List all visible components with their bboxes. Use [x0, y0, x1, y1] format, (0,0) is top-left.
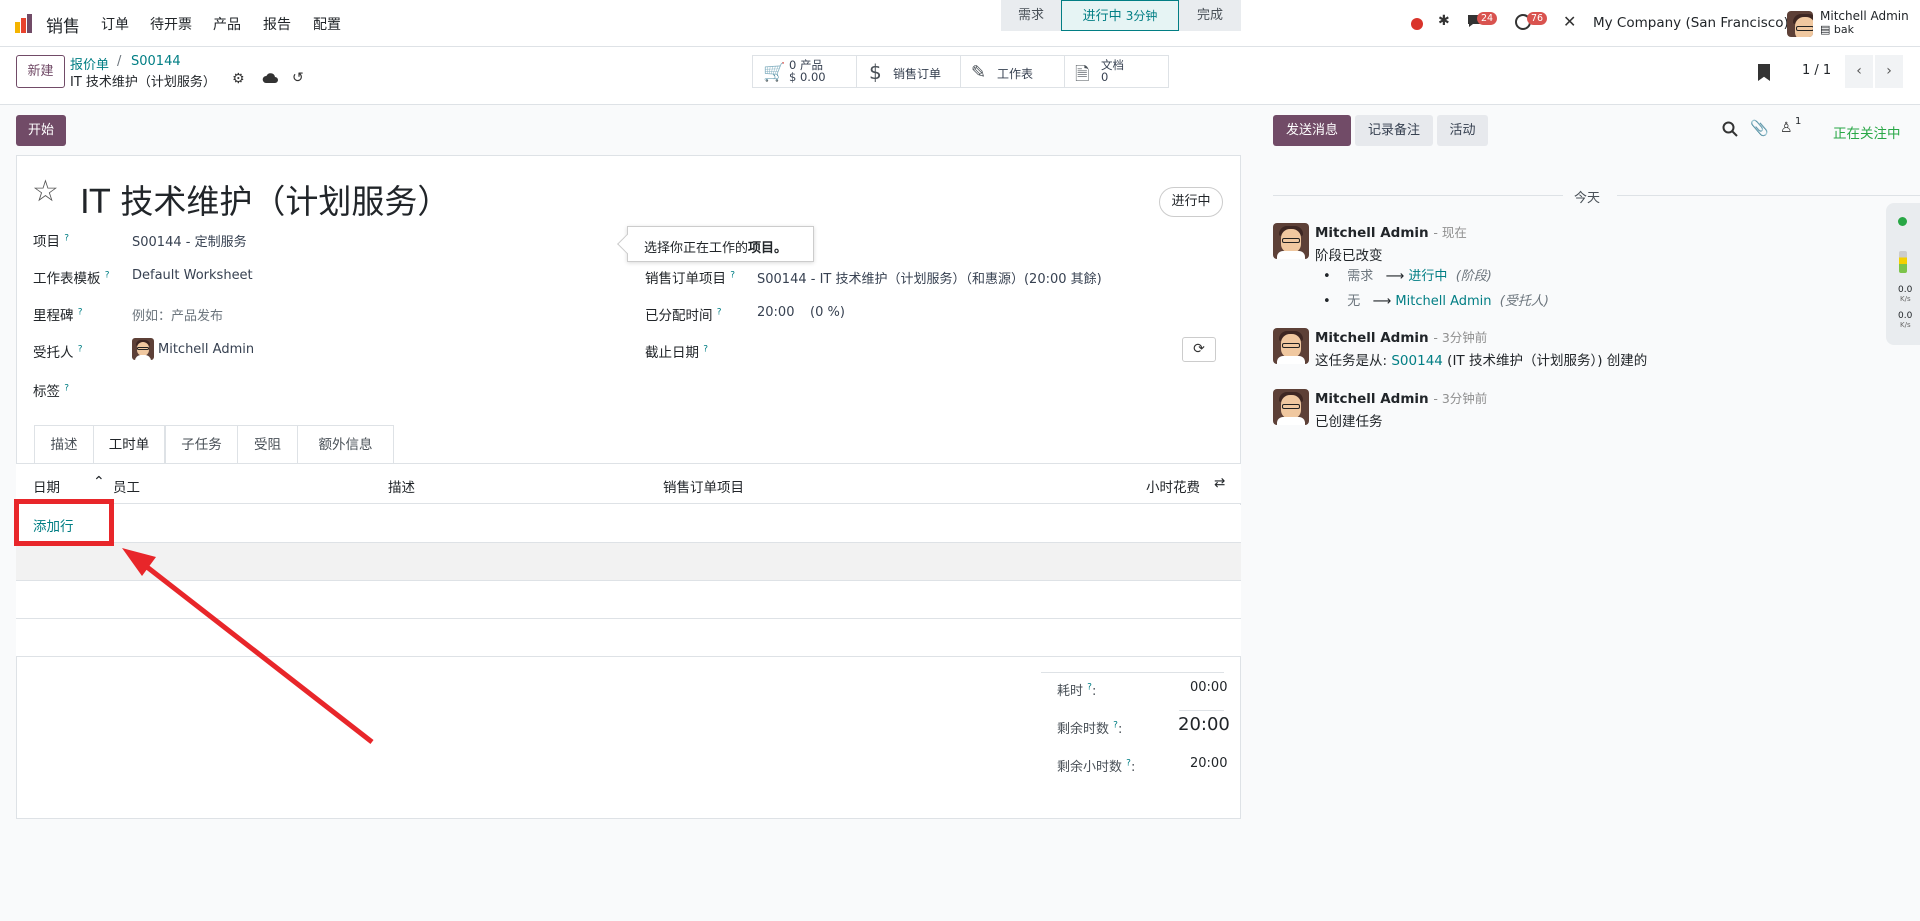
- annotation-arrow: [122, 548, 374, 744]
